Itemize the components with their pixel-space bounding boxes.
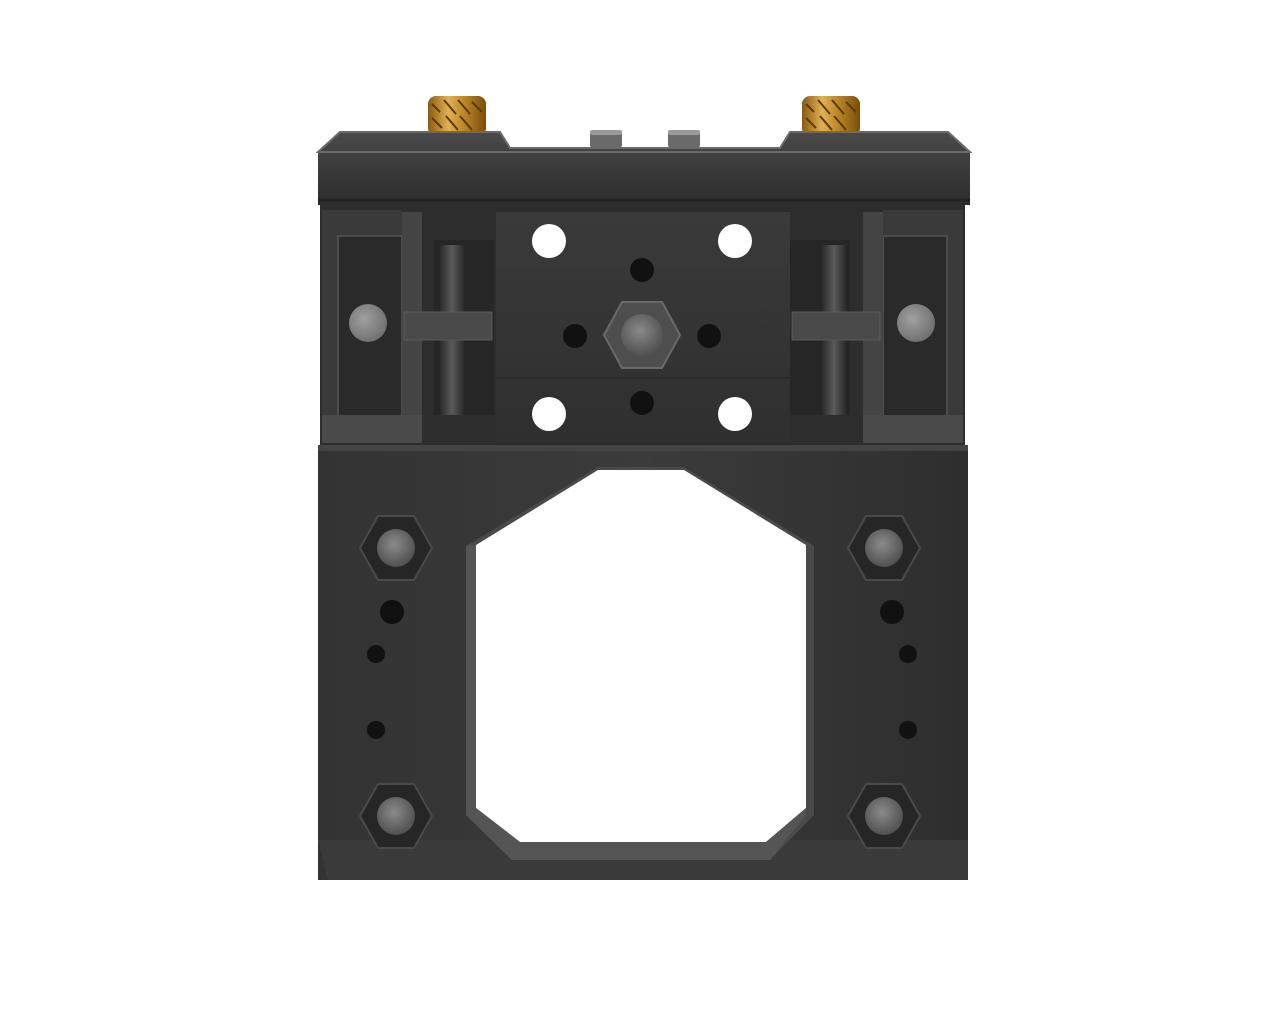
brass-insert-right [802, 96, 860, 136]
product-render [315, 96, 973, 880]
top-clamp-bar [315, 131, 973, 205]
through-hole-top-right [718, 224, 752, 258]
side-bar-left [403, 311, 493, 341]
top-pin-left [590, 130, 622, 148]
side-bar-right [791, 311, 881, 341]
through-hole-bottom-left [532, 397, 566, 431]
threaded-hole-bottom [630, 391, 654, 415]
through-hole-bottom-right [718, 397, 752, 431]
top-pin-right [668, 130, 700, 148]
side-button-left [349, 304, 387, 342]
side-button-right [897, 304, 935, 342]
octagonal-cutout [466, 467, 814, 860]
through-hole-top-left [532, 224, 566, 258]
threaded-hole-right [697, 324, 721, 348]
threaded-hole-top [630, 258, 654, 282]
threaded-hole-left [563, 324, 587, 348]
brass-insert-left [428, 96, 486, 136]
